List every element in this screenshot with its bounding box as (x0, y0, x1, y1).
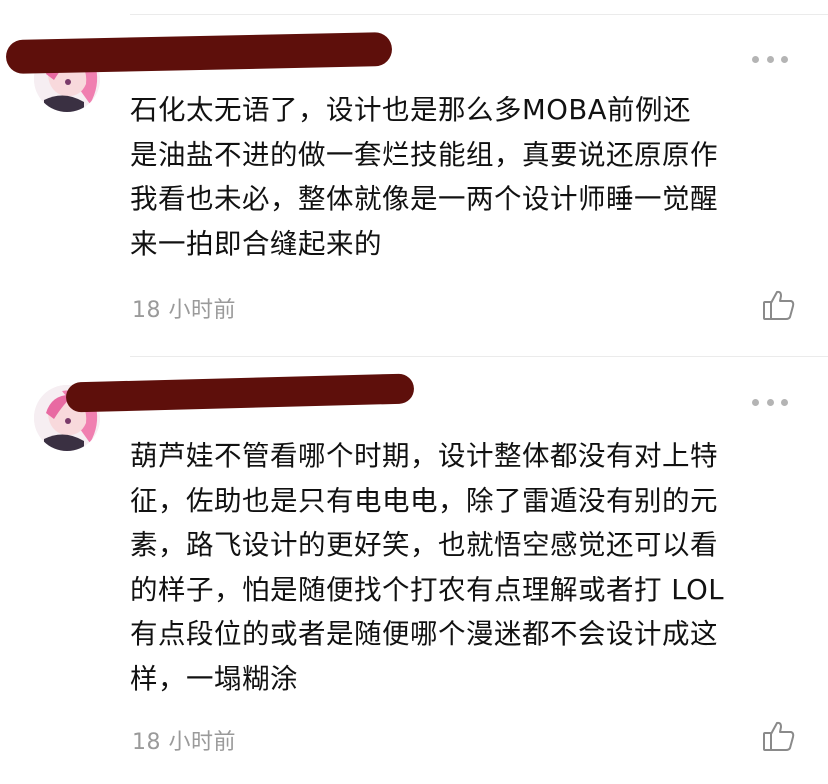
comment-text-line: 素，路飞设计的更好笑，也就悟空感觉还可以看 (130, 529, 718, 561)
comment-time: 18 小时前 (132, 298, 236, 323)
comment-text-line: 是油盐不进的做一套烂技能组，真要说还原原作 (130, 138, 718, 171)
username-redaction (5, 31, 393, 75)
comment-text-line: 征，佐助也是只有电电电，除了雷遁没有别的元 (130, 484, 718, 517)
comment-text-line: 有点段位的或者是随便哪个漫迷都不会设计成这 (130, 618, 718, 650)
comment-text-line: 我看也未必，整体就像是一两个设计师睡一觉醒 (130, 183, 718, 215)
comment-text-line: 石化太无语了，设计也是那么多MOBA前例还 (130, 94, 692, 126)
comment-text: 石化太无语了，设计也是那么多MOBA前例还 是油盐不进的做一套烂技能组，真要说还… (130, 88, 800, 266)
more-dots-icon[interactable] (752, 397, 788, 407)
comment-text-line: 葫芦娃不管看哪个时期，设计整体都没有对上特 (130, 440, 718, 472)
comment-text-line: 的样子，怕是随便找个打农有点理解或者打 LOL (130, 573, 725, 606)
thumbs-up-icon[interactable] (762, 289, 796, 321)
comment-time: 18 小时前 (132, 730, 236, 755)
thumbs-up-icon[interactable] (762, 720, 796, 752)
username-redaction (65, 373, 415, 413)
top-divider (130, 14, 828, 15)
comment-divider (130, 356, 828, 357)
comment-text-line: 来一拍即合缝起来的 (130, 227, 382, 260)
more-dots-icon[interactable] (752, 54, 788, 64)
comment-text-line: 样，一塌糊涂 (130, 662, 298, 695)
comment-text: 葫芦娃不管看哪个时期，设计整体都没有对上特 征，佐助也是只有电电电，除了雷遁没有… (130, 434, 800, 701)
